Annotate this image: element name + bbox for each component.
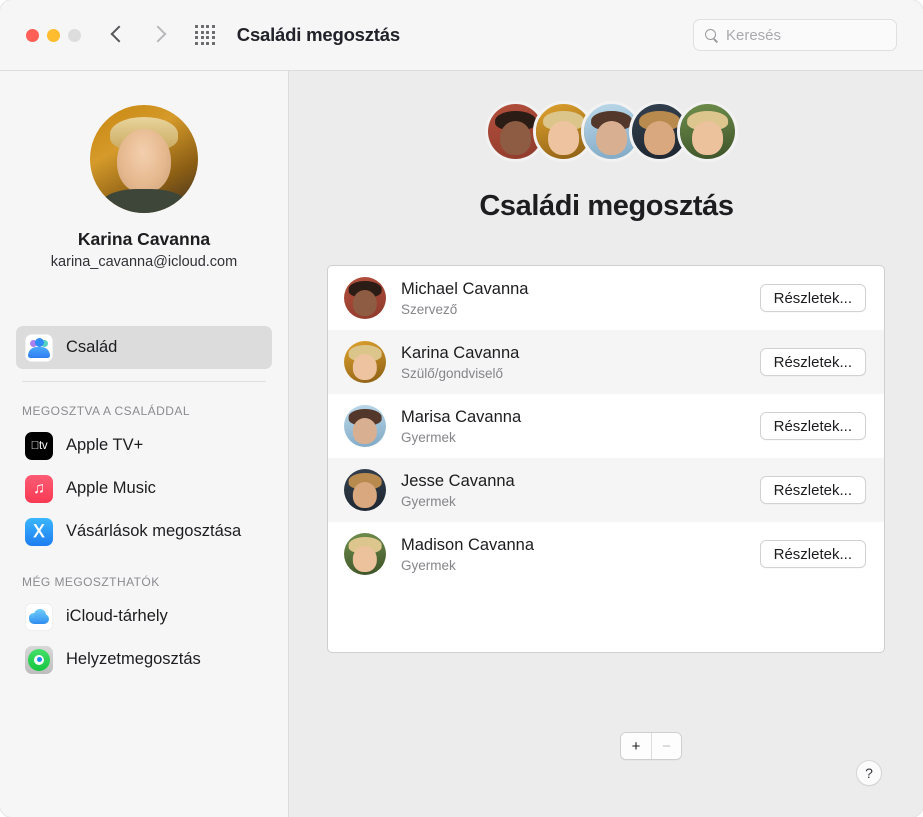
main-panel: Családi megosztás Michael Cavanna Szerve… [290, 71, 923, 817]
sidebar-item-label: iCloud-tárhely [66, 607, 168, 625]
member-info: Michael Cavanna Szervező [401, 280, 760, 317]
avatar [344, 277, 386, 319]
sidebar-item-apple-music[interactable]: ♫ Apple Music [16, 467, 272, 510]
profile-email: karina_cavanna@icloud.com [50, 254, 238, 270]
search-placeholder: Keresés [726, 26, 782, 44]
details-button[interactable]: Részletek... [759, 540, 866, 568]
sidebar-item-label: Helyzetmegosztás [66, 650, 201, 668]
sidebar-item-label: Apple Music [66, 479, 156, 497]
avatar [344, 341, 386, 383]
help-button[interactable]: ? [856, 760, 882, 786]
table-row[interactable]: Jesse Cavanna Gyermek Részletek... [328, 458, 884, 522]
sidebar: Karina Cavanna karina_cavanna@icloud.com… [0, 71, 289, 817]
member-info: Madison Cavanna Gyermek [401, 536, 760, 573]
traffic-lights [26, 28, 81, 42]
zoom-button [68, 28, 81, 42]
search-icon [704, 28, 719, 43]
sidebar-section-header-available: MÉG MEGOSZTHATÓK [22, 575, 160, 589]
member-name: Michael Cavanna [401, 279, 529, 298]
details-button[interactable]: Részletek... [759, 348, 866, 376]
sidebar-item-label: Család [66, 338, 118, 356]
avatar [344, 405, 386, 447]
profile-header: Karina Cavanna karina_cavanna@icloud.com [0, 71, 288, 270]
find-my-icon [25, 645, 53, 674]
member-info: Marisa Cavanna Gyermek [401, 408, 760, 445]
apple-music-icon: ♫ [25, 474, 53, 503]
table-row[interactable]: Karina Cavanna Szülő/gondviselő Részlete… [328, 330, 884, 394]
member-role: Gyermek [401, 429, 456, 445]
table-row[interactable]: Michael Cavanna Szervező Részletek... [328, 266, 884, 330]
member-info: Jesse Cavanna Gyermek [401, 472, 760, 509]
sidebar-item-label: Vásárlások megosztása [66, 522, 242, 540]
details-button[interactable]: Részletek... [759, 284, 866, 312]
icloud-icon [25, 602, 53, 631]
page-title: Családi megosztás [479, 190, 734, 222]
back-chevron-icon[interactable] [109, 24, 127, 46]
app-store-icon: Ｘ [25, 517, 53, 546]
member-name: Madison Cavanna [401, 535, 534, 554]
member-name: Karina Cavanna [401, 343, 520, 362]
window-title: Családi megosztás [236, 24, 400, 45]
family-avatar-stack [290, 101, 923, 162]
table-row[interactable]: Madison Cavanna Gyermek Részletek... [328, 522, 884, 586]
member-name: Jesse Cavanna [401, 471, 515, 490]
add-remove-segmented-control: + − [620, 732, 682, 760]
add-member-button[interactable]: + [621, 733, 651, 759]
minimize-button[interactable] [47, 28, 60, 42]
close-button[interactable] [26, 28, 39, 42]
sidebar-section-header-shared: MEGOSZTVA A CSALÁDDAL [22, 404, 190, 418]
apple-tv-icon: tv [25, 431, 53, 460]
family-member-list: Michael Cavanna Szervező Részletek... Ka… [327, 265, 885, 653]
details-button[interactable]: Részletek... [759, 476, 866, 504]
forward-chevron-icon [149, 24, 167, 46]
sidebar-item-purchase-sharing[interactable]: Ｘ Vásárlások megosztása [16, 510, 272, 553]
sidebar-item-location-sharing[interactable]: Helyzetmegosztás [16, 638, 272, 681]
member-role: Szülő/gondviselő [401, 365, 504, 381]
sidebar-item-icloud-storage[interactable]: iCloud-tárhely [16, 595, 272, 638]
member-info: Karina Cavanna Szülő/gondviselő [401, 344, 760, 381]
sidebar-item-apple-tv[interactable]: tv Apple TV+ [16, 424, 272, 467]
titlebar: Családi megosztás Keresés [0, 0, 923, 71]
member-role: Gyermek [401, 493, 456, 509]
sidebar-item-label: Apple TV+ [66, 436, 144, 454]
avatar [677, 101, 738, 162]
avatar [344, 533, 386, 575]
remove-member-button: − [651, 733, 681, 759]
sidebar-item-family[interactable]: Család [16, 326, 272, 369]
search-field[interactable]: Keresés [693, 19, 897, 51]
family-sharing-window: Családi megosztás Keresés Karina Cavanna… [0, 0, 923, 817]
member-role: Gyermek [401, 557, 456, 573]
details-button[interactable]: Részletek... [759, 412, 866, 440]
avatar [344, 469, 386, 511]
profile-avatar[interactable] [90, 105, 198, 213]
profile-name: Karina Cavanna [77, 229, 211, 249]
family-icon [25, 333, 53, 362]
show-all-grid-icon[interactable] [195, 25, 215, 45]
table-row[interactable]: Marisa Cavanna Gyermek Részletek... [328, 394, 884, 458]
member-name: Marisa Cavanna [401, 407, 522, 426]
member-role: Szervező [401, 301, 458, 317]
sidebar-list: Család MEGOSZTVA A CSALÁDDAL tv Apple T… [0, 326, 288, 681]
sidebar-divider [22, 381, 266, 382]
navigation-buttons [109, 24, 167, 46]
